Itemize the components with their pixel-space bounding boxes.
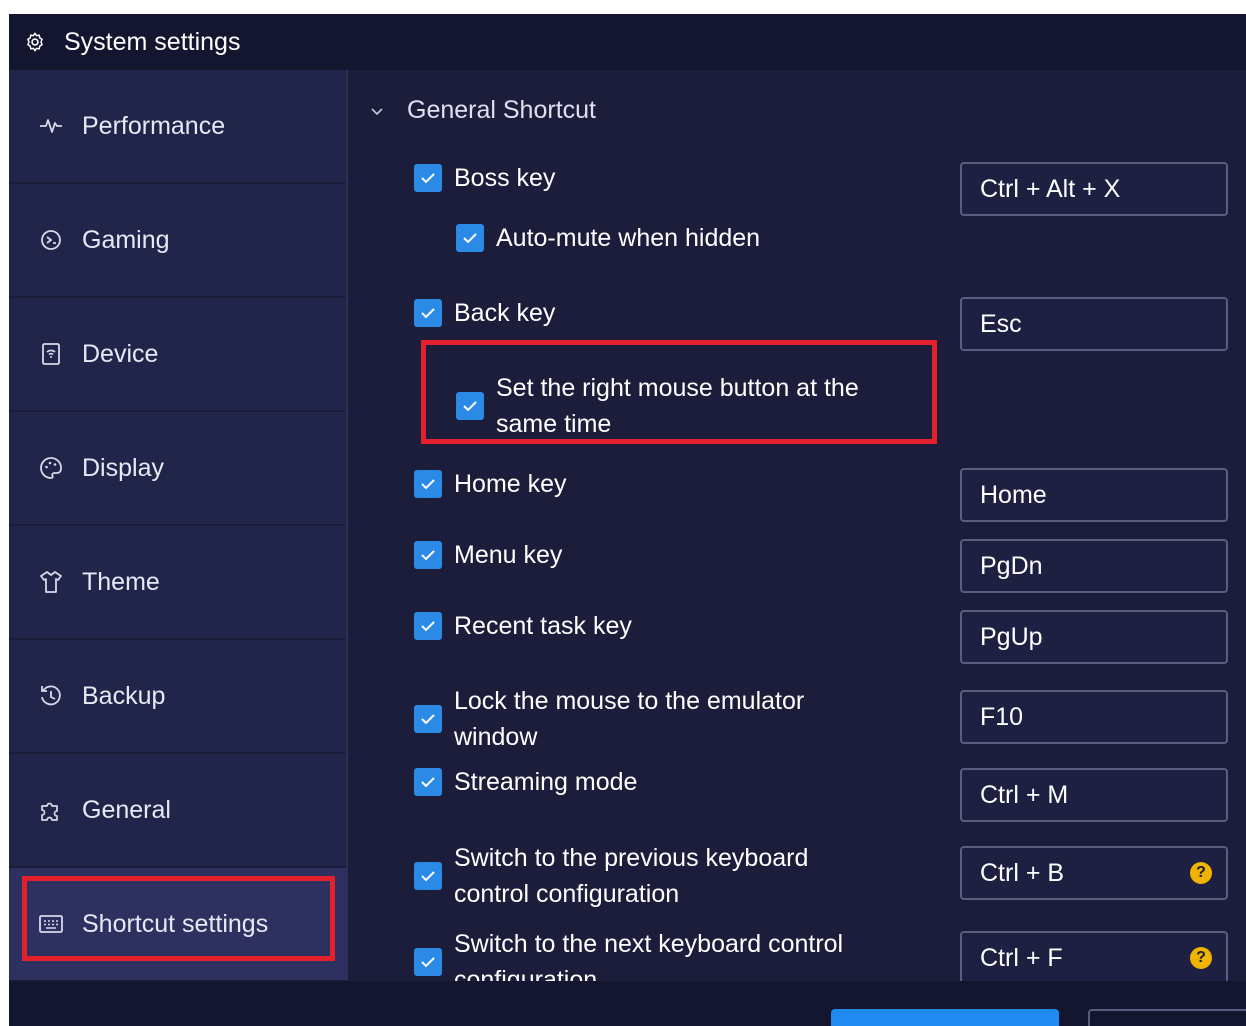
shortcut-label: Lock the mouse to the emulator window — [454, 687, 805, 751]
key-input-lock[interactable]: F10 — [960, 690, 1228, 744]
section-title: General Shortcut — [407, 96, 596, 124]
sidebar-item-backup[interactable]: Backup — [9, 640, 346, 754]
key-value: Ctrl + B — [980, 858, 1065, 887]
window-title: System settings — [64, 27, 241, 56]
key-value: Home — [980, 480, 1047, 509]
shortcut-row-rightmouse: Set the right mouse button at the same ti… — [456, 370, 859, 442]
sidebar-item-device[interactable]: Device — [9, 298, 346, 412]
shortcut-label: Switch to the previous keyboard control c… — [454, 844, 809, 908]
shortcut-label: Back key — [454, 299, 556, 327]
sidebar-item-label: Gaming — [82, 225, 170, 254]
checkbox-next-keyboard[interactable] — [414, 948, 442, 976]
gear-icon — [24, 31, 46, 53]
shortcut-row-back: Back key — [414, 295, 555, 331]
main-content: General Shortcut Boss key Ctrl + Alt + X… — [348, 70, 1246, 994]
shortcut-label: Set the right mouse button at the same ti… — [496, 374, 859, 438]
puzzle-icon — [37, 796, 65, 824]
shortcut-row-recent: Recent task key — [414, 608, 632, 644]
key-input-home[interactable]: Home — [960, 468, 1228, 522]
checkbox-auto-mute[interactable] — [456, 224, 484, 252]
shortcut-label: Home key — [454, 470, 567, 498]
key-input-boss[interactable]: Ctrl + Alt + X — [960, 162, 1228, 216]
key-input-recent[interactable]: PgUp — [960, 610, 1228, 664]
checkbox-home-key[interactable] — [414, 470, 442, 498]
shortcut-label: Auto-mute when hidden — [496, 224, 761, 252]
key-input-nextkb[interactable]: Ctrl + F ? — [960, 931, 1228, 985]
key-input-streaming[interactable]: Ctrl + M — [960, 768, 1228, 822]
primary-action-button[interactable] — [831, 1009, 1059, 1026]
key-input-prevkb[interactable]: Ctrl + B ? — [960, 846, 1228, 900]
shortcut-row-boss: Boss key — [414, 160, 555, 196]
sidebar-item-performance[interactable]: Performance — [9, 70, 346, 184]
secondary-action-button[interactable] — [1088, 1009, 1246, 1026]
title-bar: System settings — [9, 14, 1246, 70]
key-value: Esc — [980, 309, 1022, 338]
help-icon[interactable]: ? — [1190, 947, 1212, 969]
sidebar-item-gaming[interactable]: Gaming — [9, 184, 346, 298]
checkbox-back-key[interactable] — [414, 299, 442, 327]
device-icon — [37, 340, 65, 368]
sidebar-item-general[interactable]: General — [9, 754, 346, 868]
shortcut-row-streaming: Streaming mode — [414, 764, 637, 800]
checkbox-previous-keyboard[interactable] — [414, 862, 442, 890]
key-value: PgDn — [980, 551, 1043, 580]
palette-icon — [37, 454, 65, 482]
sidebar-item-label: Device — [82, 339, 159, 368]
keyboard-icon — [37, 910, 65, 938]
sidebar: Performance Gaming Device Display Theme — [9, 70, 348, 982]
key-value: Ctrl + F — [980, 943, 1063, 972]
checkbox-streaming-mode[interactable] — [414, 768, 442, 796]
sidebar-item-label: Backup — [82, 681, 166, 710]
gamepad-icon — [37, 226, 65, 254]
key-input-menu[interactable]: PgDn — [960, 539, 1228, 593]
sidebar-item-label: Display — [82, 453, 164, 482]
shortcut-row-automute: Auto-mute when hidden — [456, 220, 760, 256]
sidebar-item-theme[interactable]: Theme — [9, 526, 346, 640]
shirt-icon — [37, 568, 65, 596]
settings-window: System settings Performance Gaming Devic… — [9, 14, 1246, 1026]
shortcut-label: Streaming mode — [454, 768, 638, 796]
section-general-shortcut[interactable]: General Shortcut — [369, 96, 596, 125]
history-icon — [37, 682, 65, 710]
help-icon[interactable]: ? — [1190, 862, 1212, 884]
sidebar-item-label: General — [82, 795, 171, 824]
shortcut-row-menu: Menu key — [414, 537, 562, 573]
key-input-back[interactable]: Esc — [960, 297, 1228, 351]
shortcut-row-prevkb: Switch to the previous keyboard control c… — [414, 840, 808, 912]
key-value: Ctrl + Alt + X — [980, 174, 1121, 203]
sidebar-item-shortcut-settings[interactable]: Shortcut settings — [9, 868, 346, 982]
sidebar-item-display[interactable]: Display — [9, 412, 346, 526]
shortcut-label: Recent task key — [454, 612, 632, 640]
chevron-down-icon — [369, 103, 385, 119]
footer-bar — [9, 981, 1246, 1026]
checkbox-recent-task-key[interactable] — [414, 612, 442, 640]
sidebar-item-label: Shortcut settings — [82, 909, 269, 938]
shortcut-label: Menu key — [454, 541, 563, 569]
shortcut-label: Boss key — [454, 164, 556, 192]
key-value: PgUp — [980, 622, 1043, 651]
shortcut-row-lock: Lock the mouse to the emulator window — [414, 683, 804, 755]
sidebar-item-label: Performance — [82, 111, 226, 140]
checkbox-menu-key[interactable] — [414, 541, 442, 569]
checkbox-right-mouse[interactable] — [456, 392, 484, 420]
key-value: F10 — [980, 702, 1024, 731]
checkbox-boss-key[interactable] — [414, 164, 442, 192]
key-value: Ctrl + M — [980, 780, 1069, 809]
shortcut-row-home: Home key — [414, 466, 567, 502]
checkbox-lock-mouse[interactable] — [414, 705, 442, 733]
pulse-icon — [37, 112, 65, 140]
sidebar-item-label: Theme — [82, 567, 160, 596]
